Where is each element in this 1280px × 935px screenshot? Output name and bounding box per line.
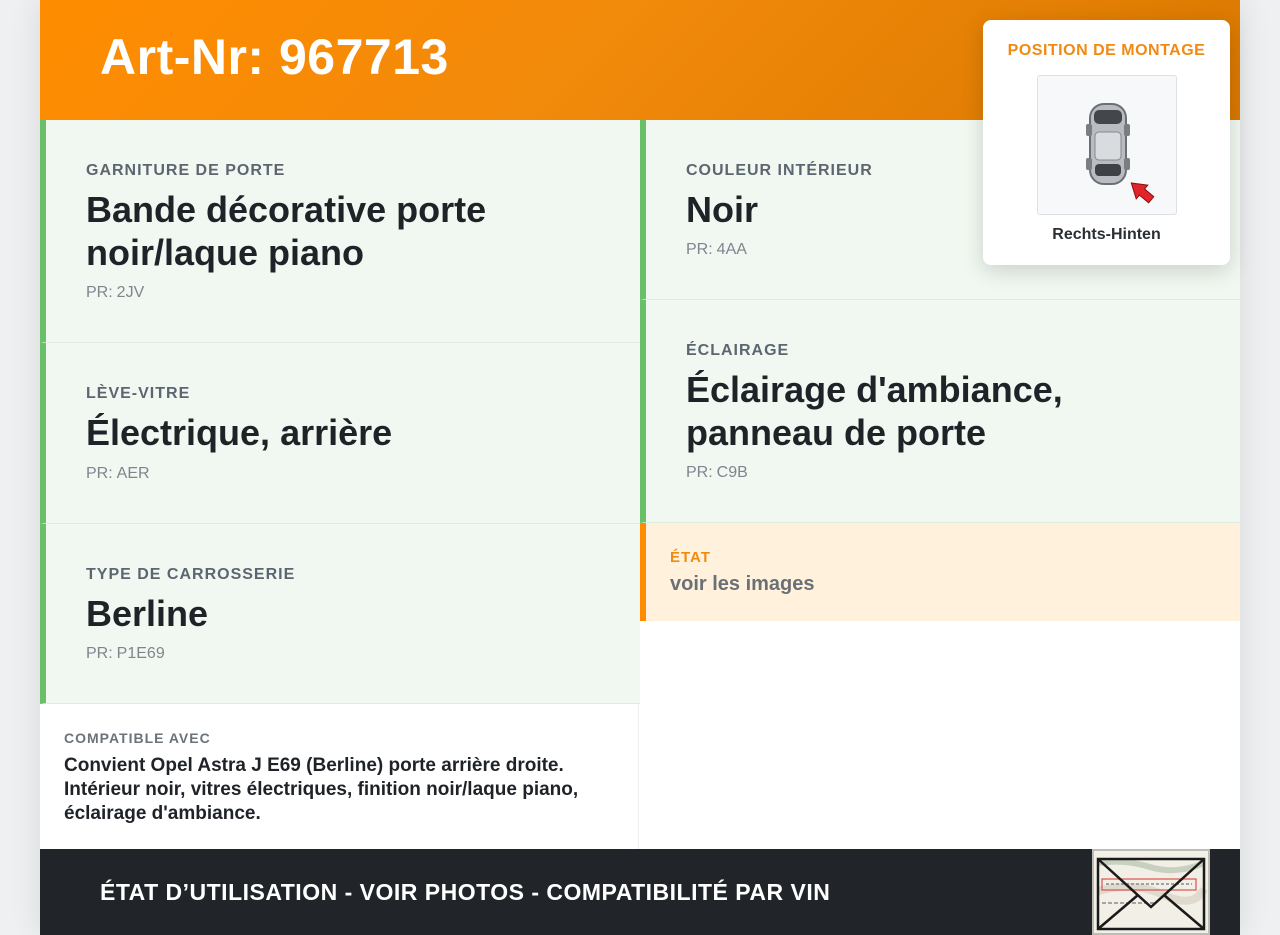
spec-lighting: ÉCLAIRAGE Éclairage d'ambiance, panneau … [640,300,1240,523]
condition-label: ÉTAT [670,549,711,566]
spec-label: COULEUR INTÉRIEUR [686,162,873,179]
footer-banner: ÉTAT D’UTILISATION - VOIR PHOTOS - COMPA… [40,849,1240,935]
spec-pr-code: PR: 2JV [86,284,145,301]
spec-label: GARNITURE DE PORTE [86,162,286,179]
position-arrow-icon [1130,182,1155,204]
spec-pr-code: PR: 4AA [686,241,747,258]
spec-label: TYPE DE CARROSSERIE [86,566,296,583]
spec-label: LÈVE-VITRE [86,385,191,402]
spec-pr-code: PR: P1E69 [86,645,165,662]
mounting-position-value: Rechts-Hinten [1052,226,1161,243]
spec-window-lifter: LÈVE-VITRE Électrique, arrière PR: AER [40,343,640,524]
envelope-icon [1094,851,1208,933]
condition-value: voir les images [670,573,815,595]
compatibility-text: Convient Opel Astra J E69 (Berline) port… [64,755,579,824]
mounting-position-card: POSITION DE MONTAGE Rechts-Hinten [983,20,1230,265]
spec-value: Berline [86,593,209,634]
mounting-position-label: POSITION DE MONTAGE [1007,42,1206,59]
compatibility-label: COMPATIBLE AVEC [64,730,211,746]
article-number: Art-Nr: 967713 [100,29,449,85]
compatibility-block: COMPATIBLE AVEC Convient Opel Astra J E6… [40,704,639,849]
spec-door-trim: GARNITURE DE PORTE Bande décorative port… [40,120,640,343]
mounting-position-diagram[interactable] [1037,75,1177,215]
spec-value: Bande décorative porte noir/laque piano [86,189,487,273]
vin-document-thumbnail[interactable] [1092,849,1210,935]
spec-pr-code: PR: AER [86,465,150,482]
spec-pr-code: PR: C9B [686,464,748,481]
spec-value: Électrique, arrière [86,412,393,453]
car-top-view-icon [1086,103,1155,204]
footer-text: ÉTAT D’UTILISATION - VOIR PHOTOS - COMPA… [100,879,831,905]
condition-block: ÉTAT voir les images [640,523,1240,621]
spec-label: ÉCLAIRAGE [686,342,790,359]
spec-body-type: TYPE DE CARROSSERIE Berline PR: P1E69 [40,524,640,704]
spec-value: Éclairage d'ambiance, panneau de porte [686,369,1063,453]
